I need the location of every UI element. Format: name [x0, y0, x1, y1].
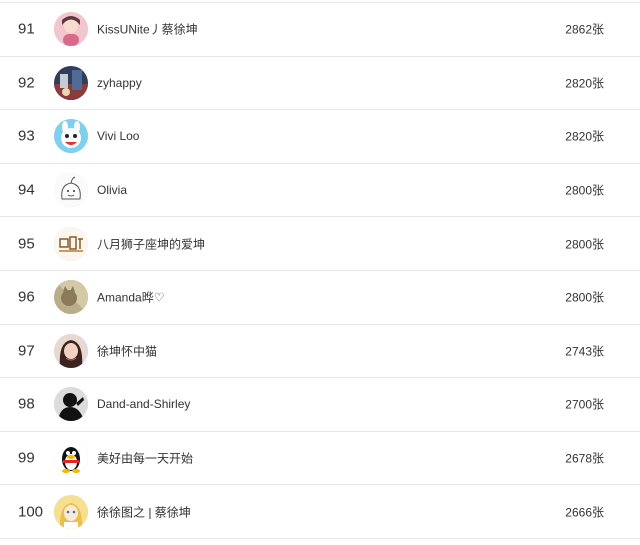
list-item[interactable]: 98 Dand-and-Shirley 2700张 — [0, 378, 640, 432]
avatar-sketch-face[interactable] — [54, 173, 88, 208]
user-name[interactable]: Dand-and-Shirley — [97, 397, 190, 411]
rank-number: 96 — [18, 288, 35, 306]
rank-number: 100 — [18, 503, 44, 521]
photo-count: 2700张 — [565, 397, 604, 412]
user-name[interactable]: 徐坤怀中猫 — [97, 342, 157, 359]
photo-count: 2800张 — [565, 290, 604, 305]
list-item[interactable]: 93 Vivi Loo 2820张 — [0, 110, 640, 164]
photo-count: 2800张 — [565, 237, 604, 252]
rank-number: 97 — [18, 342, 35, 360]
photo-count: 2743张 — [565, 344, 604, 359]
avatar-pink-girl[interactable] — [54, 12, 88, 47]
photo-count: 2666张 — [565, 505, 604, 520]
user-name[interactable]: 徐徐图之 | 蔡徐坤 — [97, 503, 191, 520]
avatar-qq-penguin[interactable] — [54, 441, 88, 476]
photo-count: 2678张 — [565, 451, 604, 466]
rank-number: 93 — [18, 127, 35, 145]
user-name[interactable]: KissUNite丿蔡徐坤 — [97, 21, 198, 38]
rank-number: 92 — [18, 74, 35, 92]
rank-number: 99 — [18, 449, 35, 467]
list-item[interactable]: 92 zyhappy 2820张 — [0, 57, 640, 111]
photo-count: 2820张 — [565, 129, 604, 144]
avatar-city-photo[interactable] — [54, 65, 88, 100]
list-item[interactable]: 91 KissUNite丿蔡徐坤 2862张 — [0, 3, 640, 57]
avatar-doodle-text[interactable] — [54, 226, 88, 261]
user-name[interactable]: 美好由每一天开始 — [97, 450, 193, 467]
list-item[interactable]: 97 徐坤怀中猫 2743张 — [0, 325, 640, 379]
photo-count: 2862张 — [565, 22, 604, 37]
rank-number: 94 — [18, 181, 35, 199]
list-item[interactable]: 94 Olivia 2800张 — [0, 164, 640, 218]
list-item[interactable]: 96 Amanda晔♡ 2800张 — [0, 271, 640, 325]
avatar-girl-portrait[interactable] — [54, 333, 88, 368]
avatar-anime-yellow[interactable] — [54, 494, 88, 529]
list-item[interactable]: 100 徐徐图之 | 蔡徐坤 2666张 — [0, 485, 640, 539]
rank-number: 91 — [18, 20, 35, 38]
ranking-list: 91 KissUNite丿蔡徐坤 2862张 92 zyhappy 2820张 — [0, 3, 640, 539]
photo-count: 2800张 — [565, 183, 604, 198]
list-item[interactable]: 95 八月狮子座坤的爱坤 2800张 — [0, 217, 640, 271]
user-name[interactable]: Olivia — [97, 183, 127, 197]
rank-number: 95 — [18, 235, 35, 253]
rank-number: 98 — [18, 395, 35, 413]
user-name[interactable]: Amanda晔♡ — [97, 289, 164, 306]
user-name[interactable]: 八月狮子座坤的爱坤 — [97, 235, 205, 252]
user-name[interactable]: Vivi Loo — [97, 129, 139, 143]
photo-count: 2820张 — [565, 76, 604, 91]
avatar-silhouette[interactable] — [54, 387, 88, 422]
user-name[interactable]: zyhappy — [97, 76, 142, 90]
avatar-cartoon-bunny[interactable] — [54, 119, 88, 154]
list-item[interactable]: 99 美好由每一天开始 2678张 — [0, 432, 640, 486]
avatar-cat-photo[interactable] — [54, 280, 88, 315]
